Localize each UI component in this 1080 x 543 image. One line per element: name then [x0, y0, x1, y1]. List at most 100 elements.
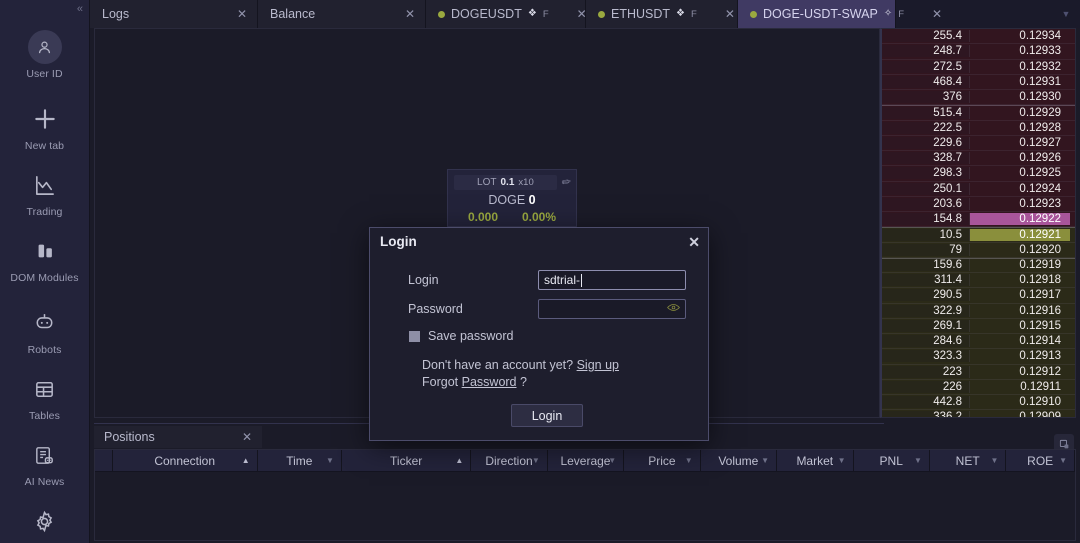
- order-book-row[interactable]: 79 0.12920: [882, 242, 1075, 258]
- positions-table-body[interactable]: [95, 472, 1075, 540]
- sort-arrow-icon[interactable]: ▼: [1059, 456, 1067, 465]
- sidebar-item-ai-news[interactable]: AI News: [0, 430, 90, 496]
- order-book-row[interactable]: 222.5 0.12928: [882, 120, 1075, 136]
- tab-close-icon[interactable]: ✕: [383, 8, 415, 20]
- order-book-row[interactable]: 255.4 0.12934: [882, 29, 1075, 45]
- order-book[interactable]: 255.4 0.12934 248.7 0.12933 272.5 0.12932 468.…: [880, 28, 1076, 418]
- order-book-price: 0.12927: [1019, 136, 1061, 149]
- order-book-price: 0.12918: [1019, 274, 1061, 287]
- order-book-volume: 10.5: [882, 228, 970, 241]
- sidebar-item-new-tab[interactable]: New tab: [0, 94, 90, 160]
- order-book-row[interactable]: 248.7 0.12933: [882, 44, 1075, 60]
- order-book-row[interactable]: 284.6 0.12914: [882, 334, 1075, 350]
- sort-arrow-icon[interactable]: ▲: [242, 456, 250, 465]
- column-header[interactable]: NET ▼: [929, 450, 1007, 471]
- save-password-checkbox[interactable]: [409, 330, 420, 342]
- order-book-row[interactable]: 298.3 0.12925: [882, 166, 1075, 182]
- order-book-row[interactable]: 10.5 0.12921: [882, 227, 1075, 243]
- status-dot-icon: [438, 10, 445, 18]
- order-book-price: 0.12934: [1019, 30, 1061, 43]
- eye-icon[interactable]: [667, 303, 680, 315]
- order-book-row[interactable]: 250.1 0.12924: [882, 181, 1075, 197]
- column-header[interactable]: Volume ▼: [700, 450, 778, 471]
- table-grid-icon: [33, 374, 56, 404]
- sidebar-item-dom-modules[interactable]: DOM Modules: [0, 226, 90, 292]
- column-header[interactable]: ROE ▼: [1006, 450, 1075, 471]
- sidebar-collapse-button[interactable]: «: [77, 4, 83, 15]
- column-header[interactable]: Time ▼: [257, 450, 342, 471]
- order-book-row[interactable]: 223 0.12912: [882, 364, 1075, 380]
- sidebar-item-user-id[interactable]: User ID: [0, 22, 90, 88]
- sort-arrow-icon[interactable]: ▼: [838, 456, 846, 465]
- order-book-row[interactable]: 154.8 0.12922: [882, 212, 1075, 228]
- lot-size-control[interactable]: LOT 0.1 x10: [454, 175, 557, 190]
- sort-arrow-icon[interactable]: ▼: [608, 456, 616, 465]
- order-book-row[interactable]: 328.7 0.12926: [882, 151, 1075, 167]
- sort-arrow-icon[interactable]: ▼: [532, 456, 540, 465]
- order-book-row[interactable]: 468.4 0.12931: [882, 74, 1075, 90]
- column-header[interactable]: Ticker ▲: [341, 450, 472, 471]
- sidebar-item-label: Robots: [27, 344, 62, 356]
- login-submit-button[interactable]: Login: [511, 404, 583, 427]
- tab-close-icon[interactable]: ✕: [555, 8, 587, 20]
- close-icon[interactable]: ✕: [688, 235, 700, 249]
- sidebar-item-settings[interactable]: Settings: [0, 496, 90, 543]
- column-header[interactable]: Leverage ▼: [547, 450, 625, 471]
- order-book-row[interactable]: 442.8 0.12910: [882, 395, 1075, 411]
- column-header[interactable]: Market ▼: [777, 450, 854, 471]
- sidebar-item-label: Trading: [26, 206, 63, 218]
- column-header[interactable]: PNL ▼: [853, 450, 930, 471]
- sidebar-item-robots[interactable]: Robots: [0, 298, 90, 364]
- order-book-row[interactable]: 159.6 0.12919: [882, 257, 1075, 273]
- tab-close-icon[interactable]: ✕: [215, 8, 247, 20]
- tab-close-icon[interactable]: ✕: [910, 8, 942, 20]
- sign-up-link[interactable]: Sign up: [577, 358, 619, 372]
- order-book-row[interactable]: 269.1 0.12915: [882, 318, 1075, 334]
- sort-arrow-icon[interactable]: ▼: [990, 456, 998, 465]
- tab-close-icon[interactable]: ✕: [703, 8, 735, 20]
- password-input[interactable]: [538, 299, 686, 319]
- sort-arrow-icon[interactable]: ▲: [455, 456, 463, 465]
- order-book-row[interactable]: 376 0.12930: [882, 90, 1075, 106]
- chevron-down-icon[interactable]: ▼: [1052, 0, 1080, 28]
- sidebar-item-label: AI News: [24, 476, 65, 488]
- column-header-label: Volume: [718, 453, 759, 468]
- tab-doge-usdt-swap[interactable]: DOGE-USDT-SWAP ✧ F ✕: [738, 0, 942, 28]
- order-book-row[interactable]: 272.5 0.12932: [882, 59, 1075, 75]
- pin-icon[interactable]: ✐: [558, 175, 573, 190]
- sort-arrow-icon[interactable]: ▼: [326, 456, 334, 465]
- tab-close-icon[interactable]: ✕: [242, 430, 252, 444]
- tab-balance[interactable]: Balance ✕: [258, 0, 426, 28]
- sort-arrow-icon[interactable]: ▼: [914, 456, 922, 465]
- order-book-row[interactable]: 203.6 0.12923: [882, 196, 1075, 212]
- order-book-row[interactable]: 322.9 0.12916: [882, 303, 1075, 319]
- order-book-row[interactable]: 515.4 0.12929: [882, 105, 1075, 121]
- sidebar-item-tables[interactable]: Tables: [0, 364, 90, 430]
- tab-logs[interactable]: Logs ✕: [90, 0, 258, 28]
- column-header[interactable]: Direction ▼: [471, 450, 548, 471]
- order-book-row[interactable]: 336.2 0.12909: [882, 410, 1075, 417]
- tab-positions[interactable]: Positions ✕: [94, 426, 262, 448]
- workspace-tab-bar: Logs ✕ Balance ✕ DOGEUSDT ❖ F ✕ ETHUSDT …: [90, 0, 1080, 28]
- order-book-price: 0.12922: [970, 213, 1070, 226]
- sidebar-item-trading[interactable]: Trading: [0, 160, 90, 226]
- login-input[interactable]: sdtrial-: [538, 270, 686, 290]
- lot-widget[interactable]: LOT 0.1 x10 ✐ DOGE 0 0.000 0.00%: [447, 169, 577, 227]
- save-password-label: Save password: [428, 329, 514, 343]
- tab-dogeusdt[interactable]: DOGEUSDT ❖ F ✕: [426, 0, 587, 28]
- tab-label: ETHUSDT: [611, 7, 671, 21]
- order-book-row[interactable]: 323.3 0.12913: [882, 349, 1075, 365]
- order-book-row[interactable]: 226 0.12911: [882, 379, 1075, 395]
- login-dialog-title: Login: [380, 234, 417, 249]
- sort-arrow-icon[interactable]: ▼: [761, 456, 769, 465]
- order-book-volume: 323.3: [882, 350, 970, 363]
- order-book-row[interactable]: 290.5 0.12917: [882, 288, 1075, 304]
- column-header[interactable]: Price ▼: [624, 450, 701, 471]
- tab-ethusdt[interactable]: ETHUSDT ❖ F ✕: [586, 0, 738, 28]
- order-book-row[interactable]: 229.6 0.12927: [882, 135, 1075, 151]
- sidebar-item-label: Tables: [29, 410, 60, 422]
- forgot-password-link[interactable]: Password: [462, 375, 517, 389]
- column-header[interactable]: Connection ▲: [112, 450, 258, 471]
- order-book-row[interactable]: 311.4 0.12918: [882, 273, 1075, 289]
- sort-arrow-icon[interactable]: ▼: [685, 456, 693, 465]
